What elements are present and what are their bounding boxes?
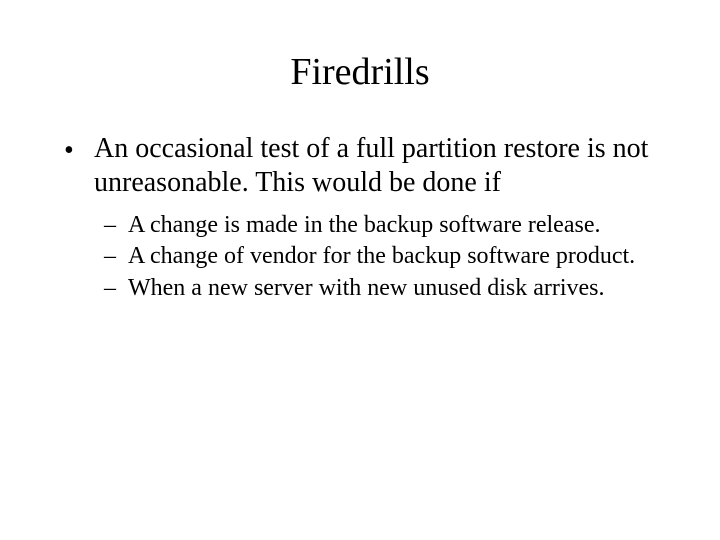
sub-bullet-text: A change is made in the backup software … bbox=[128, 211, 660, 240]
bullet-item: • An occasional test of a full partition… bbox=[64, 132, 660, 199]
dash-marker: – bbox=[104, 274, 128, 303]
slide-title: Firedrills bbox=[0, 0, 720, 132]
slide-content: • An occasional test of a full partition… bbox=[0, 132, 720, 303]
slide: Firedrills • An occasional test of a ful… bbox=[0, 0, 720, 540]
sub-bullet-item: – When a new server with new unused disk… bbox=[104, 274, 660, 303]
sub-bullet-text: A change of vendor for the backup softwa… bbox=[128, 242, 660, 271]
dash-marker: – bbox=[104, 211, 128, 240]
sub-bullet-list: – A change is made in the backup softwar… bbox=[64, 211, 660, 303]
dash-marker: – bbox=[104, 242, 128, 271]
bullet-marker: • bbox=[64, 132, 94, 168]
sub-bullet-text: When a new server with new unused disk a… bbox=[128, 274, 660, 303]
bullet-text: An occasional test of a full partition r… bbox=[94, 132, 660, 199]
sub-bullet-item: – A change is made in the backup softwar… bbox=[104, 211, 660, 240]
sub-bullet-item: – A change of vendor for the backup soft… bbox=[104, 242, 660, 271]
